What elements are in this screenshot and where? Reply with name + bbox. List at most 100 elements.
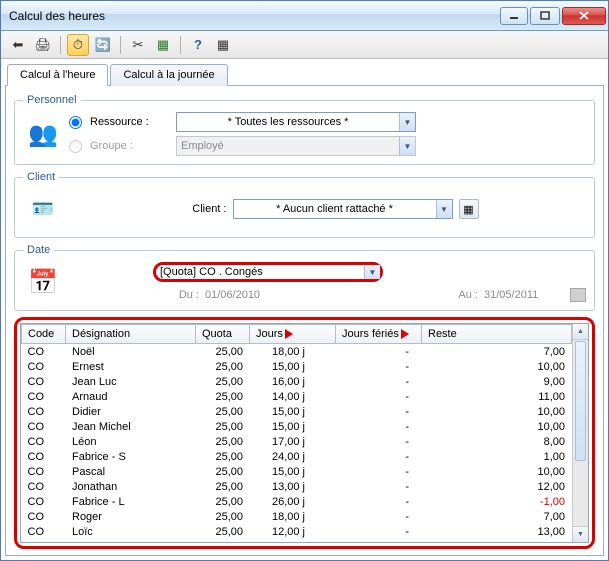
col-code[interactable]: Code	[22, 325, 66, 344]
cell-code: CO	[22, 509, 66, 524]
cell-des: Jonathan	[66, 479, 196, 494]
cell-des: Jean Michel	[66, 419, 196, 434]
cell-jours: 18,00 j	[250, 344, 336, 360]
col-reste[interactable]: Reste	[422, 325, 572, 344]
col-designation[interactable]: Désignation	[66, 325, 196, 344]
cell-des: Roger	[66, 509, 196, 524]
quota-value: [Quota] CO . Congés	[156, 266, 364, 278]
cell-ferie: -	[336, 374, 422, 389]
group-combo[interactable]: Employé ▼	[176, 136, 416, 156]
cell-reste: 7,00	[422, 509, 572, 524]
vertical-scrollbar[interactable]: ▲ ▼	[572, 324, 588, 542]
cut-icon[interactable]: ✂	[127, 34, 149, 56]
close-button[interactable]	[562, 7, 606, 25]
scroll-thumb[interactable]	[575, 341, 586, 461]
maximize-button[interactable]	[530, 7, 560, 25]
cell-jours: 26,00 j	[250, 494, 336, 509]
table-row[interactable]: CORoger25,0018,00 j-7,00	[22, 509, 572, 524]
titlebar: Calcul des heures	[1, 1, 608, 31]
table-row[interactable]: COJonathan25,0013,00 j-12,00	[22, 479, 572, 494]
client-browse-button[interactable]: ▦	[459, 199, 479, 219]
table-row[interactable]: COArnaud25,0014,00 j-11,00	[22, 389, 572, 404]
table-row[interactable]: CONoël25,0018,00 j-7,00	[22, 344, 572, 360]
table-row[interactable]: COLéon25,0017,00 j-8,00	[22, 434, 572, 449]
client-value: * Aucun client rattaché *	[234, 203, 436, 215]
cell-des: Ernest	[66, 359, 196, 374]
col-feries[interactable]: Jours fériés	[336, 325, 422, 344]
cell-des: Fabrice - S	[66, 449, 196, 464]
cell-ferie: -	[336, 389, 422, 404]
table-row[interactable]: COPascal25,0015,00 j-10,00	[22, 464, 572, 479]
chevron-down-icon[interactable]: ▼	[399, 113, 415, 131]
print-icon[interactable]: 🖨	[32, 34, 54, 56]
cell-ferie: -	[336, 479, 422, 494]
table-row[interactable]: COFabrice - L25,0026,00 j--1,00	[22, 494, 572, 509]
tab-hour[interactable]: Calcul à l'heure	[7, 64, 108, 86]
cell-quota: 25,00	[196, 374, 250, 389]
table-row[interactable]: COLoïc25,0012,00 j-13,00	[22, 524, 572, 539]
calendar-picker-icon[interactable]	[570, 288, 586, 302]
tab-day[interactable]: Calcul à la journée	[110, 64, 227, 86]
refresh-icon[interactable]: 🔄	[92, 34, 114, 56]
chevron-down-icon[interactable]: ▼	[364, 265, 380, 279]
cell-ferie: -	[336, 404, 422, 419]
group-personnel: Personnel 👥 Ressource : * Toutes les res…	[14, 94, 595, 165]
cell-ferie: -	[336, 449, 422, 464]
radio-resource[interactable]	[69, 116, 82, 129]
table-row[interactable]: COJean Luc25,0016,00 j-9,00	[22, 374, 572, 389]
cell-jours: 15,00 j	[250, 359, 336, 374]
cell-reste: 10,00	[422, 419, 572, 434]
cell-code: CO	[22, 434, 66, 449]
scroll-down-icon[interactable]: ▼	[573, 526, 588, 542]
client-combo[interactable]: * Aucun client rattaché * ▼	[233, 199, 453, 219]
radio-group[interactable]	[69, 140, 82, 153]
cell-reste: 10,00	[422, 464, 572, 479]
cell-ferie: -	[336, 509, 422, 524]
table-body: CONoël25,0018,00 j-7,00COErnest25,0015,0…	[22, 344, 572, 540]
table-row[interactable]: COJean Michel25,0015,00 j-10,00	[22, 419, 572, 434]
cell-des: Fabrice - L	[66, 494, 196, 509]
chevron-down-icon[interactable]: ▼	[399, 137, 415, 155]
cell-reste: 11,00	[422, 389, 572, 404]
grid-icon[interactable]: ▦	[212, 34, 234, 56]
cell-ferie: -	[336, 434, 422, 449]
nav-back-icon[interactable]: ⬅	[7, 34, 29, 56]
cell-ferie: -	[336, 464, 422, 479]
cell-reste: 12,00	[422, 479, 572, 494]
legend-date: Date	[23, 244, 54, 256]
table-row[interactable]: CODidier25,0015,00 j-10,00	[22, 404, 572, 419]
clock-icon[interactable]: ⏱	[67, 34, 89, 56]
cell-jours: 14,00 j	[250, 389, 336, 404]
group-label: Groupe :	[90, 140, 170, 152]
col-quota[interactable]: Quota	[196, 325, 250, 344]
cell-quota: 25,00	[196, 494, 250, 509]
separator	[120, 36, 121, 54]
cell-jours: 16,00 j	[250, 374, 336, 389]
toolbar: ⬅ 🖨 ⏱ 🔄 ✂ ▦ ? ▦	[1, 31, 608, 59]
cell-ferie: -	[336, 494, 422, 509]
cell-quota: 25,00	[196, 404, 250, 419]
table-row[interactable]: COFabrice - S25,0024,00 j-1,00	[22, 449, 572, 464]
results-scroll: Code Désignation Quota Jours Jours férié…	[20, 323, 589, 543]
cell-ferie: -	[336, 344, 422, 360]
resource-label: Ressource :	[90, 116, 170, 128]
minimize-button[interactable]	[500, 7, 528, 25]
table-row[interactable]: COErnest25,0015,00 j-10,00	[22, 359, 572, 374]
cell-code: CO	[22, 419, 66, 434]
cell-reste: 13,00	[422, 524, 572, 539]
pointer-icon	[285, 329, 293, 339]
cell-quota: 25,00	[196, 464, 250, 479]
client-label: Client :	[177, 203, 227, 215]
date-from-label: Du :	[173, 289, 199, 301]
excel-icon[interactable]: ▦	[152, 34, 174, 56]
col-jours[interactable]: Jours	[250, 325, 336, 344]
help-icon[interactable]: ?	[187, 34, 209, 56]
date-to-label: Au :	[452, 289, 478, 301]
scroll-up-icon[interactable]: ▲	[573, 324, 588, 340]
cell-code: CO	[22, 479, 66, 494]
chevron-down-icon[interactable]: ▼	[436, 200, 452, 218]
resource-combo[interactable]: * Toutes les ressources * ▼	[176, 112, 416, 132]
quota-combo[interactable]: [Quota] CO . Congés ▼	[153, 262, 383, 282]
legend-client: Client	[23, 171, 59, 183]
cell-ferie: -	[336, 359, 422, 374]
